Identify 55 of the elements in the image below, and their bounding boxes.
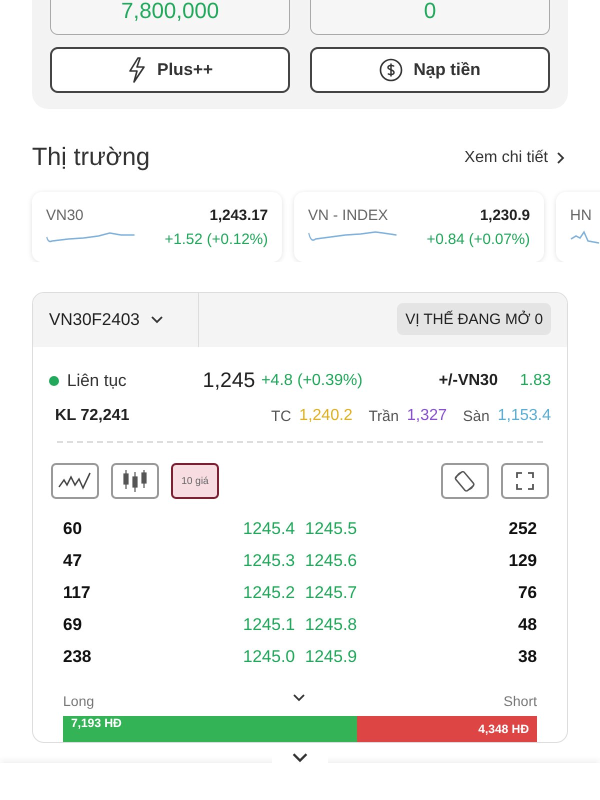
price-value: 1,153.4: [498, 407, 551, 425]
short-label: Short: [504, 692, 537, 708]
ask-volume: 48: [518, 615, 537, 635]
ask-volume: 38: [518, 647, 537, 667]
ask-price: 1245.5: [305, 519, 357, 539]
basis-value: 1.83: [520, 372, 551, 390]
bid-price: 1245.3: [243, 551, 295, 571]
short-contracts: 4,348 HĐ: [477, 721, 530, 738]
bid-volume: 47: [63, 551, 82, 571]
ask-price: 1245.7: [305, 583, 357, 603]
price-value: 1,327: [406, 407, 447, 425]
price-value: 1,240.2: [299, 407, 353, 425]
index-value: 1,230.9: [480, 206, 530, 224]
deposit-button[interactable]: Nạp tiền: [310, 47, 550, 93]
ask-volume: 252: [508, 519, 537, 539]
bid-volume: 117: [63, 583, 90, 603]
bid-volume: 69: [63, 615, 82, 635]
symbol-selector[interactable]: VN30F2403: [33, 293, 199, 347]
index-card[interactable]: HN: [556, 192, 600, 262]
bid-price: 1245.4: [243, 519, 295, 539]
ask-price: 1245.6: [305, 551, 357, 571]
price-label: Trần: [368, 408, 399, 424]
basis-label: +/-VN30: [438, 372, 498, 390]
last-price: 1,245: [202, 369, 256, 393]
index-change: +0.84 (+0.07%): [426, 230, 530, 248]
price-label: TC: [271, 408, 292, 424]
bid-volume: 60: [63, 519, 82, 539]
index-name: VN30: [46, 206, 85, 224]
bid-volume: 238: [63, 647, 92, 667]
bid-price: 1245.1: [243, 615, 295, 635]
bid-price: 1245.0: [243, 647, 295, 667]
long-contracts: 7,193 HĐ: [70, 716, 123, 730]
long-label: Long: [63, 692, 94, 708]
ask-price: 1245.8: [305, 615, 357, 635]
index-name: VN - INDEX: [308, 206, 390, 224]
index-card[interactable]: VN - INDEX 1,230.9 +0.84 (+0.07%): [294, 192, 544, 262]
price-depth-tab[interactable]: 10 giá: [171, 463, 219, 499]
ask-volume: 76: [518, 583, 537, 603]
session-status: Liên tục: [67, 371, 127, 391]
volume-text: KL 72,241: [55, 407, 130, 425]
section-title: Thị trường: [32, 143, 150, 172]
index-card[interactable]: VN30 1,243.17 +1.52 (+0.12%): [32, 192, 282, 262]
open-positions-badge[interactable]: VỊ THẾ ĐANG MỞ 0: [397, 303, 551, 335]
index-name: HN: [570, 206, 593, 224]
index-value: 1,243.17: [210, 206, 268, 224]
view-details-link[interactable]: Xem chi tiết: [464, 148, 568, 166]
plus-button[interactable]: Plus++: [50, 47, 290, 93]
price-label: Sàn: [462, 408, 490, 424]
price-change: +4.8 (+0.39%): [261, 372, 363, 390]
bid-price: 1245.2: [243, 583, 295, 603]
ask-volume: 129: [508, 551, 537, 571]
balance-value: 0: [424, 0, 436, 24]
balance-value: 7,800,000: [121, 0, 219, 24]
ask-price: 1245.9: [305, 647, 357, 667]
index-change: +1.52 (+0.12%): [164, 230, 268, 248]
